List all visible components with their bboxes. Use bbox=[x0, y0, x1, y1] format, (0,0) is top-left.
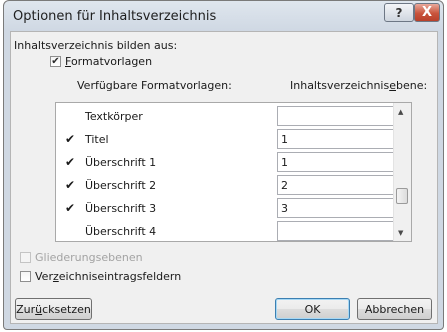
style-name: Textkörper bbox=[85, 110, 143, 123]
reset-button[interactable]: Zurücksetzen bbox=[15, 298, 92, 320]
checkmark-icon: ✔ bbox=[65, 178, 76, 192]
scroll-down-icon[interactable]: ▼ bbox=[398, 229, 403, 237]
styles-list: Textkörper ✔ Titel ✔ Überschrift 1 ✔ Übe… bbox=[55, 102, 412, 242]
checkmark-icon: ✔ bbox=[65, 132, 76, 146]
style-row: ✔ Überschrift 3 bbox=[56, 198, 400, 220]
checkmark-icon: ✔ bbox=[51, 55, 60, 67]
cancel-button-label: Abbrechen bbox=[364, 302, 425, 316]
scroll-thumb[interactable] bbox=[396, 188, 408, 204]
toc-level-input[interactable] bbox=[277, 175, 400, 195]
reset-button-label: Zurücksetzen bbox=[16, 302, 91, 316]
dialog-body: Inhaltsverzeichnis bilden aus: ✔ Formatv… bbox=[10, 31, 438, 324]
style-row: ✔ Überschrift 2 bbox=[56, 175, 400, 197]
style-name: Überschrift 2 bbox=[85, 179, 157, 192]
toc-level-input[interactable] bbox=[277, 106, 400, 126]
toc-options-dialog: Optionen für Inhaltsverzeichnis ? X Inha… bbox=[3, 0, 444, 330]
outline-levels-checkbox[interactable] bbox=[20, 252, 31, 263]
style-row: Überschrift 4 bbox=[56, 221, 400, 241]
toc-level-input[interactable] bbox=[277, 152, 400, 172]
toc-entry-fields-mnemonic: z bbox=[52, 270, 59, 283]
style-row: ✔ Überschrift 1 bbox=[56, 152, 400, 174]
toc-level-input[interactable] bbox=[277, 221, 400, 241]
close-button[interactable]: X bbox=[414, 3, 440, 22]
cancel-button[interactable]: Abbrechen bbox=[357, 298, 432, 320]
toc-level-header: Inhaltsverzeichnisebene: bbox=[290, 79, 428, 92]
help-button[interactable]: ? bbox=[384, 3, 414, 22]
checkmark-icon: ✔ bbox=[65, 201, 76, 215]
toc-level-input[interactable] bbox=[277, 129, 400, 149]
available-styles-header: Verfügbare Formatvorlagen: bbox=[77, 79, 232, 92]
formatvorlagen-checkbox[interactable]: ✔ bbox=[50, 56, 61, 67]
question-mark-icon: ? bbox=[395, 5, 403, 20]
styles-scrollbar[interactable]: ▲ ▼ bbox=[393, 103, 411, 241]
ok-button-label: OK bbox=[304, 302, 321, 316]
ok-button[interactable]: OK bbox=[275, 298, 350, 320]
scroll-up-icon[interactable]: ▲ bbox=[398, 108, 403, 116]
style-row: ✔ Titel bbox=[56, 129, 400, 151]
toc-entry-fields-checkbox[interactable] bbox=[20, 271, 31, 282]
formatvorlagen-label[interactable]: Formatvorlagen bbox=[65, 55, 152, 68]
toc-level-mnemonic: e bbox=[389, 79, 396, 92]
formatvorlagen-mnemonic: F bbox=[65, 55, 71, 68]
style-name: Überschrift 4 bbox=[85, 225, 157, 238]
style-name: Überschrift 1 bbox=[85, 156, 157, 169]
reset-mnemonic: ü bbox=[35, 302, 43, 316]
outline-levels-label[interactable]: Gliederungsebenen bbox=[35, 251, 143, 264]
title-bar[interactable]: Optionen für Inhaltsverzeichnis ? X bbox=[4, 1, 443, 31]
window-title: Optionen für Inhaltsverzeichnis bbox=[13, 9, 217, 24]
style-name: Überschrift 3 bbox=[85, 202, 157, 215]
toc-level-input[interactable] bbox=[277, 198, 400, 218]
close-icon: X bbox=[421, 5, 433, 20]
style-row: Textkörper bbox=[56, 106, 400, 128]
checkmark-icon: ✔ bbox=[65, 155, 76, 169]
toc-entry-fields-label[interactable]: Verzeichniseintragsfeldern bbox=[35, 270, 181, 283]
style-name: Titel bbox=[85, 133, 109, 146]
build-from-label: Inhaltsverzeichnis bilden aus: bbox=[14, 39, 178, 52]
